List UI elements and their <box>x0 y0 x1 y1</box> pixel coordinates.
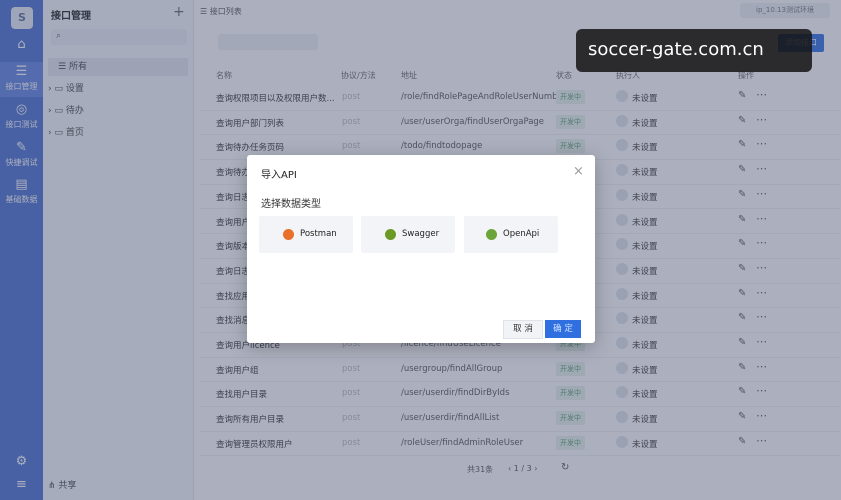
openapi-icon <box>486 229 497 240</box>
cancel-button[interactable]: 取 消 <box>503 320 543 339</box>
option-label: OpenApi <box>503 229 540 239</box>
dialog-subtitle: 选择数据类型 <box>261 199 321 210</box>
close-icon[interactable]: × <box>573 164 584 179</box>
option-swagger[interactable]: Swagger <box>361 216 455 253</box>
swagger-icon <box>385 229 396 240</box>
postman-icon <box>283 229 294 240</box>
option-label: Postman <box>300 229 337 239</box>
option-openapi[interactable]: OpenApi <box>464 216 558 253</box>
option-label: Swagger <box>402 229 440 239</box>
import-api-dialog: 导入API × 选择数据类型 Postman Swagger OpenApi 取… <box>247 155 595 343</box>
option-postman[interactable]: Postman <box>259 216 353 253</box>
watermark: soccer-gate.com.cn <box>576 29 812 72</box>
dialog-title: 导入API <box>261 170 297 181</box>
watermark-text: soccer-gate.com.cn <box>588 39 764 60</box>
confirm-button[interactable]: 确 定 <box>545 320 581 338</box>
